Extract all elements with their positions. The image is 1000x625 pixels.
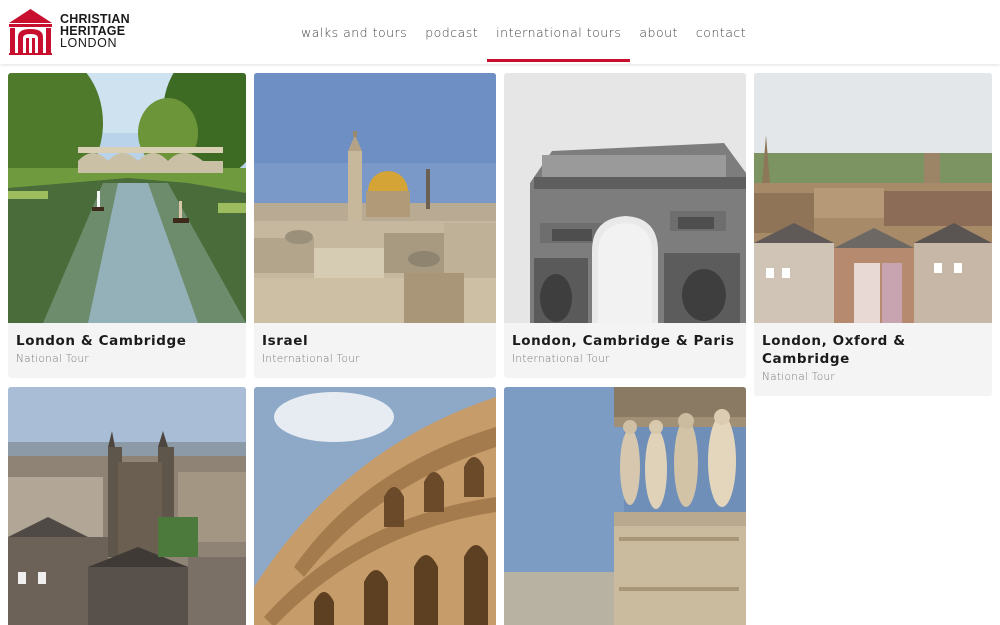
tour-title: London & Cambridge [16, 333, 187, 349]
brand-logo[interactable]: CHRISTIAN HERITAGE LONDON [7, 7, 130, 55]
nav-international-tours[interactable]: international tours [487, 0, 631, 64]
oxford-rooftops-image [754, 73, 992, 323]
tour-type: National Tour [762, 371, 836, 383]
nav-about[interactable]: about [630, 0, 687, 64]
main-nav: walks and tours podcast international to… [292, 0, 755, 64]
nav-podcast[interactable]: podcast [416, 0, 487, 64]
edinburgh-skyline-image [8, 387, 246, 625]
caryatids-image [504, 387, 746, 625]
brand-line-london: LONDON [60, 36, 118, 50]
punting-river-image [8, 73, 246, 323]
tour-type: International Tour [512, 353, 610, 365]
tour-title: London, Cambridge & Paris [512, 333, 735, 349]
arc-de-triomphe-image [504, 73, 746, 323]
tour-card-london-cambridge[interactable]: London & Cambridge National Tour [8, 73, 246, 378]
tour-type: National Tour [16, 353, 90, 365]
tour-card-rome[interactable] [254, 387, 496, 625]
site-header: CHRISTIAN HERITAGE LONDON walks and tour… [0, 0, 1000, 64]
nav-contact[interactable]: contact [687, 0, 755, 64]
nav-walks-and-tours[interactable]: walks and tours [292, 0, 416, 64]
tour-card-athens[interactable] [504, 387, 746, 625]
tour-card-edinburgh[interactable] [8, 387, 246, 625]
colosseum-image [254, 387, 496, 625]
tour-title: London, Oxford & Cambridge [762, 333, 906, 367]
church-logo-icon [9, 9, 52, 55]
tour-type: International Tour [262, 353, 360, 365]
jerusalem-image [254, 73, 496, 323]
tour-card-london-oxford-cambridge[interactable]: London, Oxford & Cambridge National Tour [754, 73, 992, 396]
tour-title: Israel [262, 333, 309, 349]
tour-card-israel[interactable]: Israel International Tour [254, 73, 496, 378]
brand-wordmark: CHRISTIAN HERITAGE LONDON [60, 13, 130, 50]
tour-card-london-cambridge-paris[interactable]: London, Cambridge & Paris International … [504, 73, 746, 378]
